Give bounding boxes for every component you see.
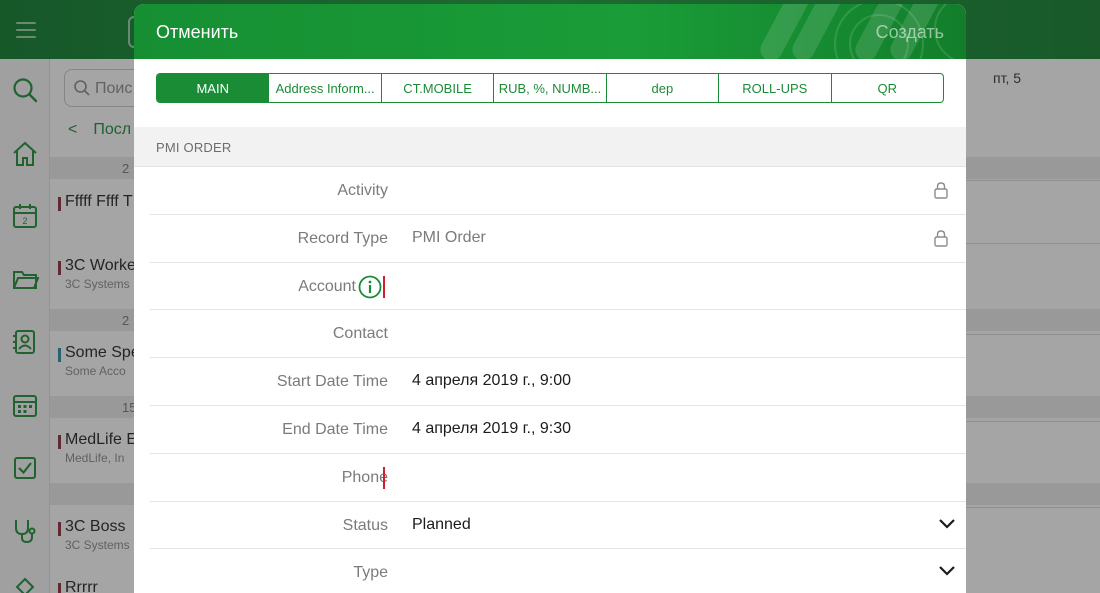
section-header: PMI ORDER xyxy=(134,127,966,167)
tab-address-information[interactable]: Address Inform... xyxy=(268,74,380,102)
create-record-modal: Отменить Создать MAIN Address Inform... … xyxy=(134,4,966,593)
field-account[interactable]: Account xyxy=(150,263,966,311)
tab-ct-mobile[interactable]: CT.MOBILE xyxy=(380,74,493,102)
section-title: PMI ORDER xyxy=(156,140,232,155)
lock-icon xyxy=(934,230,948,247)
cancel-button[interactable]: Отменить xyxy=(156,22,238,43)
field-value: Planned xyxy=(412,515,471,533)
tab-rub-numbers[interactable]: RUB, %, NUMB... xyxy=(493,74,605,102)
field-activity[interactable]: Activity xyxy=(150,167,966,215)
field-label: Record Type xyxy=(297,229,388,247)
modal-header: Отменить Создать xyxy=(134,4,966,59)
field-label: Start Date Time xyxy=(276,373,388,391)
field-contact[interactable]: Contact xyxy=(150,310,966,359)
chevron-down-icon[interactable] xyxy=(938,518,956,530)
field-record-type[interactable]: Record Type PMI Order xyxy=(150,215,966,263)
field-label: End Date Time xyxy=(282,420,388,438)
field-value: 4 апреля 2019 г., 9:30 xyxy=(412,419,572,437)
field-value: 4 апреля 2019 г., 9:00 xyxy=(412,372,572,390)
tab-main[interactable]: MAIN xyxy=(157,74,269,102)
field-end-date-time[interactable]: End Date Time 4 апреля 2019 г., 9:30 xyxy=(150,406,966,454)
required-indicator xyxy=(383,275,385,298)
tab-dep[interactable]: dep xyxy=(605,74,718,102)
record-form: Activity Record Type PMI Order Account C… xyxy=(150,167,966,593)
field-start-date-time[interactable]: Start Date Time 4 апреля 2019 г., 9:00 xyxy=(150,358,966,406)
required-indicator xyxy=(383,466,385,489)
chevron-down-icon[interactable] xyxy=(938,565,956,577)
tab-roll-ups[interactable]: ROLL-UPS xyxy=(718,74,830,102)
section-tabs: MAIN Address Inform... CT.MOBILE RUB, %,… xyxy=(156,73,944,103)
field-label: Account xyxy=(298,277,356,295)
field-label: Activity xyxy=(337,182,388,199)
field-label: Status xyxy=(342,516,388,534)
lock-icon xyxy=(934,182,948,199)
field-type[interactable]: Type xyxy=(150,549,966,593)
create-button[interactable]: Создать xyxy=(876,22,944,43)
tab-qr[interactable]: QR xyxy=(830,74,943,102)
field-label: Phone xyxy=(341,468,388,486)
field-value: PMI Order xyxy=(412,228,486,246)
field-status[interactable]: Status Planned xyxy=(150,502,966,550)
field-label: Type xyxy=(353,564,388,582)
field-label: Contact xyxy=(332,325,388,343)
info-icon[interactable] xyxy=(358,275,382,299)
field-phone[interactable]: Phone xyxy=(150,454,966,502)
